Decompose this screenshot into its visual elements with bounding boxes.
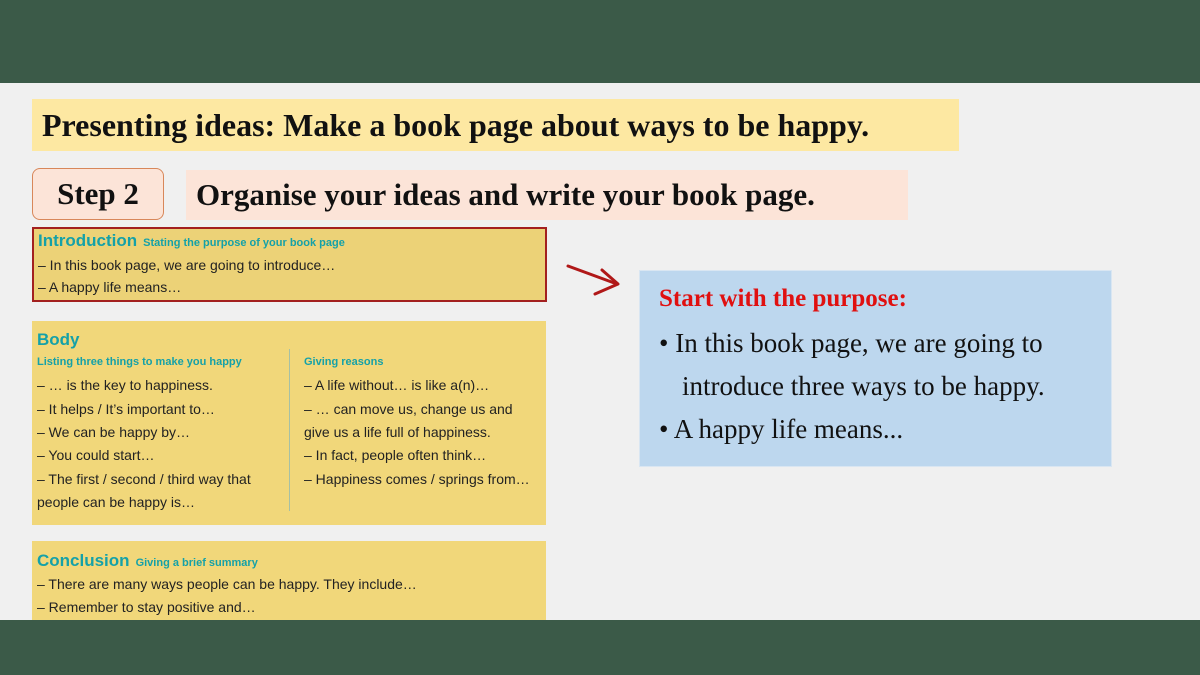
conclusion-panel: Conclusion Giving a brief summary – There…: [32, 541, 546, 620]
body-left-line: – … is the key to happiness.: [37, 377, 213, 393]
body-left-line: – We can be happy by…: [37, 424, 191, 440]
callout-line: • In this book page, we are going to: [659, 328, 1043, 358]
purpose-callout: Start with the purpose: • In this book p…: [639, 270, 1112, 467]
callout-title: Start with the purpose:: [659, 285, 907, 312]
introduction-line: – In this book page, we are going to int…: [38, 257, 336, 273]
body-left-line: people can be happy is…: [37, 494, 195, 510]
conclusion-line: – There are many ways people can be happ…: [37, 576, 417, 592]
body-left-subheading: Listing three things to make you happy: [37, 356, 242, 368]
step-badge: Step 2: [32, 168, 164, 220]
body-heading: Body: [37, 330, 80, 349]
conclusion-heading: Conclusion Giving a brief summary: [37, 551, 258, 571]
body-panel: Body Listing three things to make you ha…: [32, 321, 546, 525]
body-right-line: – … can move us, change us and: [304, 401, 513, 417]
step-instruction: Organise your ideas and write your book …: [186, 170, 908, 220]
introduction-subheading: Stating the purpose of your book page: [143, 237, 345, 249]
body-left-line: – The first / second / third way that: [37, 471, 251, 487]
conclusion-line: – Remember to stay positive and…: [37, 599, 256, 615]
conclusion-heading-text: Conclusion: [37, 551, 130, 570]
arrow-right-icon: [566, 264, 620, 296]
introduction-panel: Introduction Stating the purpose of your …: [32, 227, 547, 302]
callout-line: • A happy life means...: [659, 414, 904, 444]
body-left-line: – It helps / It’s important to…: [37, 401, 215, 417]
body-right-line: give us a life full of happiness.: [304, 424, 491, 440]
conclusion-subheading: Giving a brief summary: [135, 557, 258, 569]
bottom-band: [0, 620, 1200, 675]
body-right-subheading: Giving reasons: [304, 356, 384, 368]
top-band: [0, 0, 1200, 83]
body-right-line: – In fact, people often think…: [304, 447, 487, 463]
introduction-heading-text: Introduction: [38, 231, 138, 250]
introduction-line: – A happy life means…: [38, 279, 182, 295]
body-left-line: – You could start…: [37, 447, 155, 463]
introduction-heading: Introduction Stating the purpose of your …: [38, 231, 345, 251]
column-divider: [289, 349, 290, 511]
body-right-line: – Happiness comes / springs from…: [304, 471, 530, 487]
callout-line: introduce three ways to be happy.: [682, 371, 1045, 401]
body-right-line: – A life without… is like a(n)…: [304, 377, 490, 393]
page-title: Presenting ideas: Make a book page about…: [32, 99, 959, 151]
